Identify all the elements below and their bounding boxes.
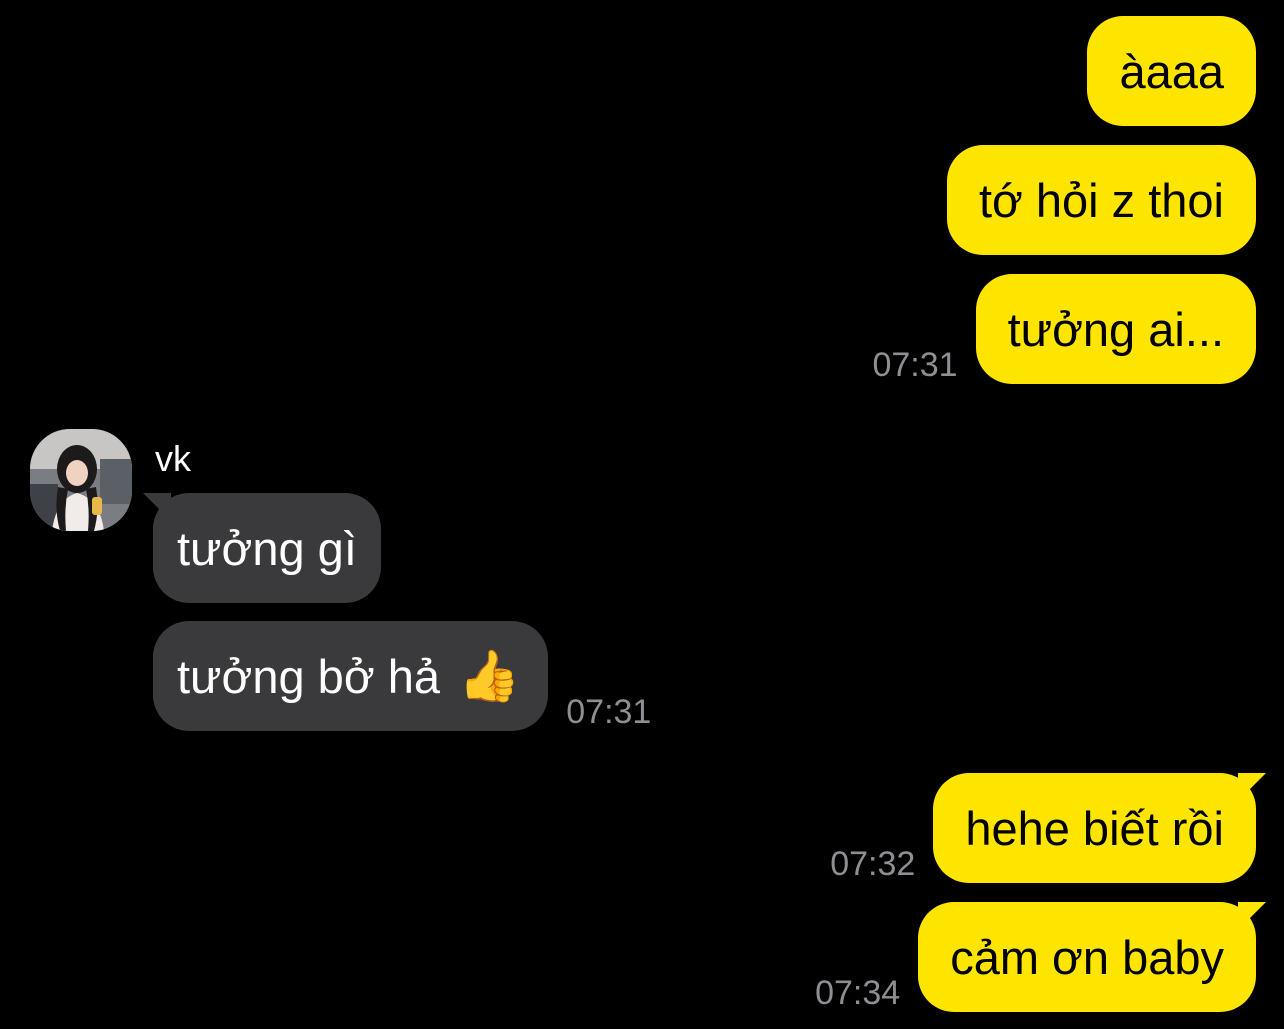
message-text: tưởng bở hả [177, 649, 440, 703]
profile-photo-icon [30, 429, 132, 531]
message-text: tớ hỏi z thoi [978, 173, 1224, 227]
message-row: 07:34 cảm ơn baby [815, 902, 1256, 1012]
message-row: 07:32 hehe biết rồi [830, 773, 1256, 883]
message-row: 07:31 tưởng ai... [872, 274, 1256, 384]
sender-name: vk [155, 438, 191, 479]
message-row: àaaa [1087, 16, 1256, 126]
message-timestamp: 07:31 [566, 693, 652, 731]
message-row: tớ hỏi z thoi [946, 145, 1256, 255]
outgoing-message-bubble[interactable]: cảm ơn baby [918, 902, 1256, 1012]
message-text: àaaa [1119, 44, 1224, 98]
incoming-message-bubble[interactable]: tưởng bở hả 👍 [153, 621, 549, 731]
message-text: tưởng gì [177, 521, 357, 575]
message-row: tưởng bở hả 👍 07:31 [153, 621, 651, 731]
incoming-message-bubble[interactable]: tưởng gì [153, 493, 381, 603]
message-text: tưởng ai... [1007, 302, 1224, 356]
contact-avatar[interactable] [30, 429, 132, 531]
outgoing-message-bubble[interactable]: tưởng ai... [975, 274, 1256, 384]
message-text: cảm ơn baby [950, 930, 1224, 984]
message-timestamp: 07:31 [872, 346, 958, 384]
outgoing-message-bubble[interactable]: àaaa [1087, 16, 1256, 126]
message-text: hehe biết rồi [965, 801, 1224, 855]
message-row: tưởng gì [153, 493, 381, 603]
message-timestamp: 07:32 [830, 845, 916, 883]
outgoing-message-bubble[interactable]: tớ hỏi z thoi [946, 145, 1256, 255]
outgoing-message-bubble[interactable]: hehe biết rồi [933, 773, 1256, 883]
thumbs-up-icon: 👍 [457, 647, 521, 705]
chat-thread: àaaa tớ hỏi z thoi 07:31 tưởng ai... vk [0, 0, 1284, 1029]
message-timestamp: 07:34 [815, 974, 901, 1012]
